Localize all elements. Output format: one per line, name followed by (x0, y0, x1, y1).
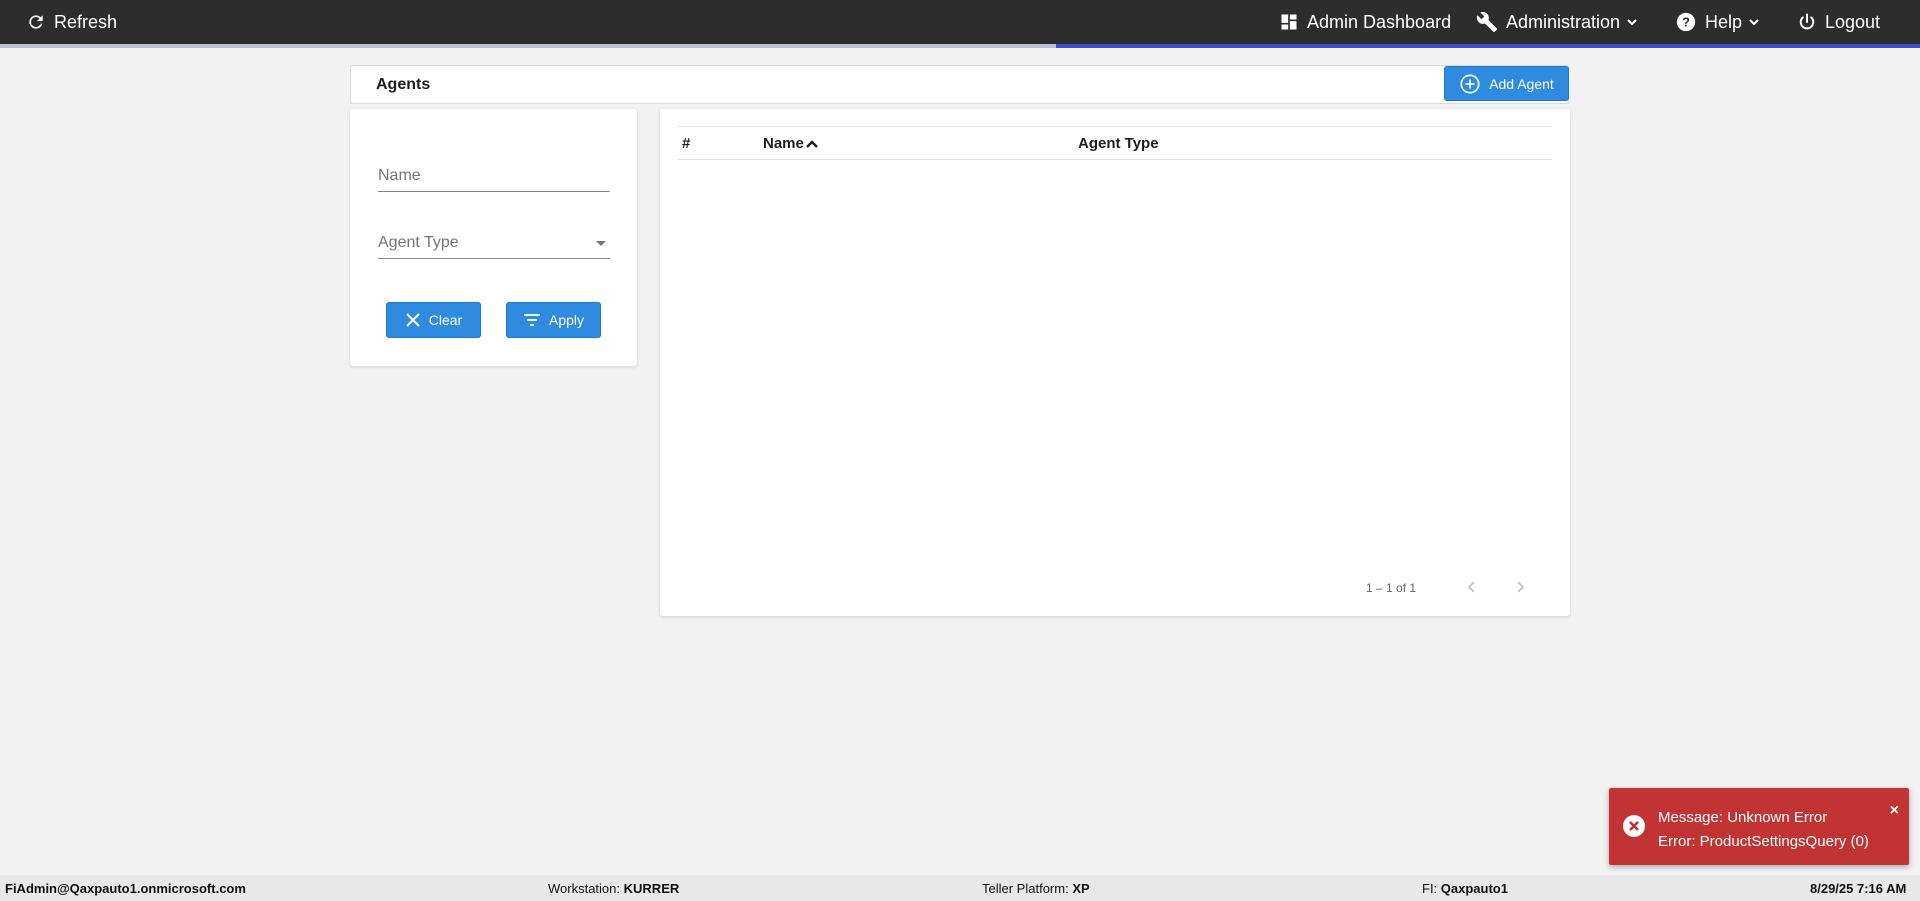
filter-icon (523, 314, 540, 326)
help-label: Help (1705, 11, 1743, 32)
error-toast-line-2: Error: ProductSettingsQuery (0) (1658, 833, 1869, 850)
status-fi: FI: Qaxpauto1 (1422, 881, 1508, 896)
status-workstation-value: KURRER (623, 881, 680, 896)
name-filter-placeholder: Name (378, 167, 421, 184)
admin-dashboard-label: Admin Dashboard (1307, 11, 1452, 32)
name-filter-input[interactable]: Name (378, 152, 610, 192)
administration-menu[interactable]: Administration (1476, 0, 1638, 44)
status-bar: FiAdmin@Qaxpauto1.onmicrosoft.com Workst… (0, 875, 1920, 901)
column-header-index: # (682, 135, 691, 152)
refresh-button[interactable]: Refresh (26, 0, 117, 44)
error-toast: Message: Unknown Error Error: ProductSet… (1609, 788, 1909, 865)
status-datetime-value: 8/29/25 7:16 AM (1810, 881, 1907, 896)
status-fi-label: FI: (1422, 881, 1438, 896)
status-workstation: Workstation: KURRER (548, 881, 679, 896)
chevron-right-icon (1517, 581, 1525, 593)
next-page-button[interactable] (1508, 575, 1532, 599)
clear-button[interactable]: Clear (386, 302, 481, 338)
help-icon: ? (1676, 12, 1696, 32)
help-menu[interactable]: ? Help (1675, 0, 1760, 44)
chevron-left-icon (1467, 581, 1475, 593)
apply-label: Apply (548, 312, 585, 328)
loading-progress-fill (1056, 44, 1920, 48)
svg-text:?: ? (1682, 15, 1690, 30)
status-platform-label: Teller Platform: (982, 881, 1069, 896)
apply-button[interactable]: Apply (506, 302, 601, 338)
dashboard-icon (1281, 14, 1297, 30)
error-toast-line-1: Message: Unknown Error (1658, 809, 1828, 826)
column-header-agent-type[interactable]: Agent Type (1078, 135, 1159, 152)
agent-type-placeholder: Agent Type (378, 234, 459, 251)
sort-ascending-icon (806, 139, 818, 148)
page-title: Agents (376, 76, 431, 93)
previous-page-button[interactable] (1460, 575, 1484, 599)
add-circle-icon (1460, 73, 1480, 94)
add-agent-label: Add Agent (1489, 75, 1554, 92)
refresh-icon (29, 15, 43, 29)
status-user: FiAdmin@Qaxpauto1.onmicrosoft.com (5, 881, 246, 896)
status-user-value: FiAdmin@Qaxpauto1.onmicrosoft.com (5, 881, 246, 896)
column-header-name-label: Name (763, 135, 804, 152)
error-icon (1623, 815, 1645, 837)
logout-label: Logout (1825, 11, 1881, 32)
admin-dashboard-link[interactable]: Admin Dashboard (1279, 0, 1451, 44)
status-datetime: 8/29/25 7:16 AM (1810, 881, 1906, 896)
top-navigation-bar: Refresh Admin Dashboard Administration ?… (0, 0, 1920, 44)
power-icon (1799, 13, 1815, 30)
status-workstation-label: Workstation: (548, 881, 621, 896)
administration-label: Administration (1506, 11, 1621, 32)
filter-panel: Name Agent Type Clear Apply (350, 109, 637, 366)
close-toast-button[interactable]: × (1890, 803, 1899, 819)
status-teller-platform: Teller Platform: XP (982, 881, 1090, 896)
wrench-icon (1476, 12, 1498, 33)
logout-button[interactable]: Logout (1797, 0, 1880, 44)
column-header-name[interactable]: Name (763, 135, 819, 152)
status-fi-value: Qaxpauto1 (1440, 881, 1508, 896)
table-header-row: # Name Agent Type (678, 126, 1552, 160)
chevron-down-icon (1749, 19, 1759, 26)
loading-progress-bar (0, 44, 1920, 48)
page-header: Agents (350, 65, 1569, 104)
agent-type-select[interactable]: Agent Type (378, 219, 610, 259)
refresh-label: Refresh (54, 11, 118, 32)
paginator-range-label: 1 – 1 of 1 (1366, 581, 1417, 595)
error-toast-message: Message: Unknown Error Error: ProductSet… (1658, 806, 1869, 854)
chevron-down-icon (1627, 19, 1637, 26)
status-platform-value: XP (1072, 881, 1090, 896)
clear-label: Clear (428, 312, 463, 328)
dropdown-arrow-icon (596, 241, 606, 246)
agents-table-card: # Name Agent Type 1 – 1 of 1 (660, 109, 1570, 616)
add-agent-button[interactable]: Add Agent (1444, 66, 1569, 101)
close-icon (406, 313, 420, 327)
